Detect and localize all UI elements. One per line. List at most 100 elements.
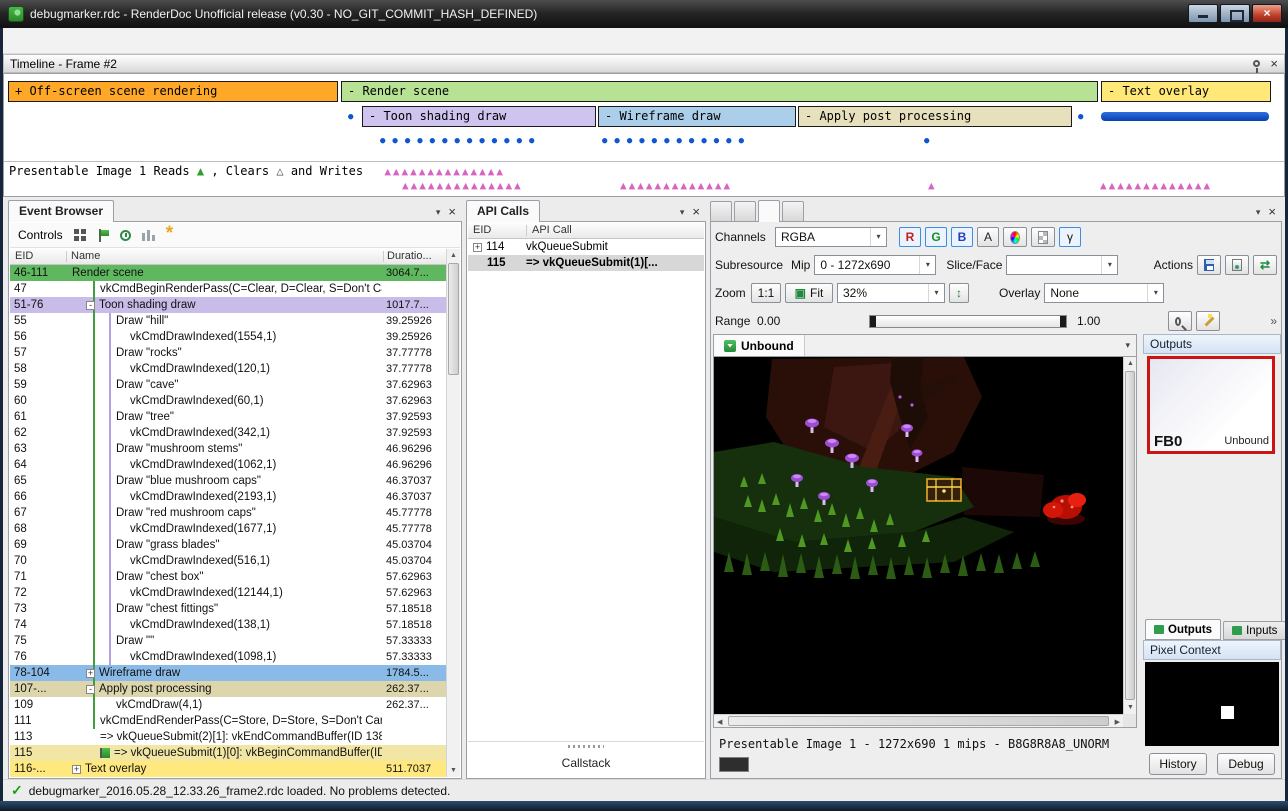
flip-y-button[interactable]: ↕ bbox=[949, 283, 969, 303]
io-tab[interactable]: Inputs bbox=[1223, 621, 1286, 640]
event-row[interactable]: 70 vkCmdDrawIndexed(516,1) 45.03704 bbox=[10, 553, 446, 569]
scroll-up-icon[interactable]: ▲ bbox=[1127, 360, 1134, 367]
api-call-row[interactable]: +114 vkQueueSubmit bbox=[468, 239, 704, 255]
event-row[interactable]: 51-76 -Toon shading draw 1017.7... bbox=[10, 297, 446, 313]
timeline-bar-toon[interactable]: - Toon shading draw bbox=[362, 106, 596, 127]
event-row[interactable]: 67 Draw "red mushroom caps" 45.77778 bbox=[10, 505, 446, 521]
scroll-down-icon[interactable]: ▼ bbox=[1127, 704, 1134, 711]
timeline-draw-dot[interactable]: ● bbox=[1078, 110, 1090, 124]
event-row[interactable]: 57 Draw "rocks" 37.77778 bbox=[10, 345, 446, 361]
timeline-wireframe-draw-dots[interactable]: ●●●●●●●●●●●● bbox=[602, 134, 751, 148]
event-row[interactable]: 60 vkCmdDrawIndexed(60,1) 37.62963 bbox=[10, 393, 446, 409]
tab-event-browser[interactable]: Event Browser bbox=[8, 200, 114, 222]
event-row[interactable]: 113 => vkQueueSubmit(2)[1]: vkEndCommand… bbox=[10, 729, 446, 745]
expander-icon[interactable]: + bbox=[72, 765, 81, 774]
pixel-context-view[interactable] bbox=[1145, 662, 1279, 746]
event-row[interactable]: 56 vkCmdDrawIndexed(1554,1) 39.25926 bbox=[10, 329, 446, 345]
right-panel-tab[interactable] bbox=[782, 201, 804, 221]
expander-icon[interactable]: + bbox=[86, 669, 95, 678]
callstack-splitter[interactable] bbox=[468, 741, 704, 742]
event-row[interactable]: 115 => vkQueueSubmit(1)[0]: vkBeginComma… bbox=[10, 745, 446, 761]
alpha-background-button[interactable] bbox=[1031, 227, 1055, 247]
menu-item[interactable] bbox=[51, 37, 75, 45]
timeline-header[interactable]: Timeline - Frame #2 × bbox=[3, 54, 1285, 73]
timeline-close-icon[interactable]: × bbox=[1270, 58, 1278, 70]
column-eid[interactable]: EID bbox=[15, 250, 33, 262]
event-row[interactable]: 47 vkCmdBeginRenderPass(C=Clear, D=Clear… bbox=[10, 281, 446, 297]
event-browser-scrollbar[interactable]: ▲ ▼ bbox=[446, 249, 460, 777]
event-row[interactable]: 46-111 Render scene 3064.7... bbox=[10, 265, 446, 281]
filter-icon[interactable] bbox=[74, 229, 86, 241]
timeline-bar-offscreen[interactable]: + Off-screen scene rendering bbox=[8, 81, 338, 102]
timeline-bar-postproc[interactable]: - Apply post processing bbox=[798, 106, 1072, 127]
panel-menu-icon[interactable]: ▾ bbox=[1256, 207, 1261, 218]
fb0-thumbnail[interactable]: FB0 Unbound bbox=[1147, 356, 1275, 454]
texture-tab-unbound[interactable]: Unbound bbox=[714, 335, 805, 357]
event-row[interactable]: 107-... -Apply post processing 262.37... bbox=[10, 681, 446, 697]
event-row[interactable]: 69 Draw "grass blades" 45.03704 bbox=[10, 537, 446, 553]
event-row[interactable]: 59 Draw "cave" 37.62963 bbox=[10, 377, 446, 393]
texture-horizontal-scrollbar[interactable]: ◀ ▶ bbox=[714, 714, 1123, 727]
close-button[interactable]: × bbox=[1252, 4, 1282, 23]
timeline-toon-draw-dots[interactable]: ●●●●●●●●●●●●● bbox=[380, 134, 541, 148]
save-texture-button[interactable] bbox=[1197, 255, 1221, 275]
api-call-row[interactable]: 115 => vkQueueSubmit(1)[... bbox=[468, 255, 704, 271]
event-row[interactable]: 75 Draw "" 57.33333 bbox=[10, 633, 446, 649]
zoom-1to1-button[interactable]: 1:1 bbox=[751, 283, 781, 303]
event-row[interactable]: 55 Draw "hill" 39.25926 bbox=[10, 313, 446, 329]
scroll-up-icon[interactable]: ▲ bbox=[447, 249, 460, 262]
custom-display-button[interactable] bbox=[1003, 227, 1027, 247]
expander-icon[interactable]: - bbox=[86, 685, 95, 694]
open-texture-list-button[interactable] bbox=[1225, 255, 1249, 275]
time-draws-icon[interactable] bbox=[120, 230, 131, 241]
sliceface-select[interactable]: ▾ bbox=[1006, 255, 1118, 275]
fit-button[interactable]: ▣ Fit bbox=[785, 283, 833, 303]
channel-green-toggle[interactable]: G bbox=[925, 227, 947, 247]
splitter-grip-icon[interactable] bbox=[568, 745, 604, 748]
toolbar-overflow-icon[interactable]: » bbox=[1270, 314, 1277, 328]
expander-icon[interactable]: + bbox=[473, 243, 482, 252]
right-panel-tab[interactable] bbox=[710, 201, 732, 221]
event-row[interactable]: 71 Draw "chest box" 57.62963 bbox=[10, 569, 446, 585]
panel-menu-icon[interactable]: ▾ bbox=[680, 207, 685, 218]
gamma-toggle[interactable]: γ bbox=[1059, 227, 1081, 247]
event-row[interactable]: 68 vkCmdDrawIndexed(1677,1) 45.77778 bbox=[10, 521, 446, 537]
timeline-draw-dot[interactable]: ● bbox=[348, 110, 360, 124]
overlay-select[interactable]: None▾ bbox=[1044, 283, 1164, 303]
menu-item[interactable] bbox=[27, 37, 51, 45]
event-row[interactable]: 65 Draw "blue mushroom caps" 46.37037 bbox=[10, 473, 446, 489]
event-row[interactable]: 76 vkCmdDrawIndexed(1098,1) 57.33333 bbox=[10, 649, 446, 665]
scroll-right-icon[interactable]: ▶ bbox=[1115, 718, 1120, 726]
texture-list-dropdown-icon[interactable]: ▾ bbox=[1125, 340, 1136, 351]
zoom-range-button[interactable] bbox=[1168, 311, 1192, 331]
right-panel-tab[interactable] bbox=[758, 200, 780, 222]
stats-icon[interactable] bbox=[142, 229, 155, 241]
pin-icon[interactable] bbox=[1253, 60, 1260, 67]
timeline-bar-text-overlay[interactable]: - Text overlay bbox=[1101, 81, 1271, 102]
maximize-button[interactable] bbox=[1220, 4, 1250, 23]
goto-resource-button[interactable]: ⇄ bbox=[1253, 255, 1277, 275]
minimize-button[interactable] bbox=[1188, 4, 1218, 23]
panel-menu-icon[interactable]: ▾ bbox=[436, 207, 441, 218]
zoom-select[interactable]: 32%▾ bbox=[837, 283, 945, 303]
expander-icon[interactable]: - bbox=[86, 301, 95, 310]
event-row[interactable]: 58 vkCmdDrawIndexed(120,1) 37.77778 bbox=[10, 361, 446, 377]
timeline-bar-render-scene[interactable]: - Render scene bbox=[341, 81, 1098, 102]
event-row[interactable]: 78-104 +Wireframe draw 1784.5... bbox=[10, 665, 446, 681]
column-duration[interactable]: Duratio... bbox=[387, 250, 432, 262]
io-tab[interactable]: Outputs bbox=[1145, 619, 1221, 640]
event-row[interactable]: 74 vkCmdDrawIndexed(138,1) 57.18518 bbox=[10, 617, 446, 633]
bookmark-icon[interactable] bbox=[97, 229, 109, 242]
menu-item[interactable] bbox=[3, 37, 27, 45]
titlebar[interactable]: debugmarker.rdc - RenderDoc Unofficial r… bbox=[0, 0, 1288, 28]
channels-select[interactable]: RGBA▾ bbox=[775, 227, 887, 247]
settings-icon[interactable]: * bbox=[166, 229, 173, 241]
tab-api-calls[interactable]: API Calls bbox=[466, 200, 540, 222]
event-row[interactable]: 116-... +Text overlay 511.7037 bbox=[10, 761, 446, 777]
history-button[interactable]: History bbox=[1149, 753, 1207, 775]
debug-button[interactable]: Debug bbox=[1217, 753, 1275, 775]
scroll-left-icon[interactable]: ◀ bbox=[717, 718, 722, 726]
channel-red-toggle[interactable]: R bbox=[899, 227, 921, 247]
timeline-text-overlay-draws[interactable] bbox=[1101, 112, 1269, 121]
panel-close-icon[interactable]: × bbox=[1268, 206, 1276, 218]
